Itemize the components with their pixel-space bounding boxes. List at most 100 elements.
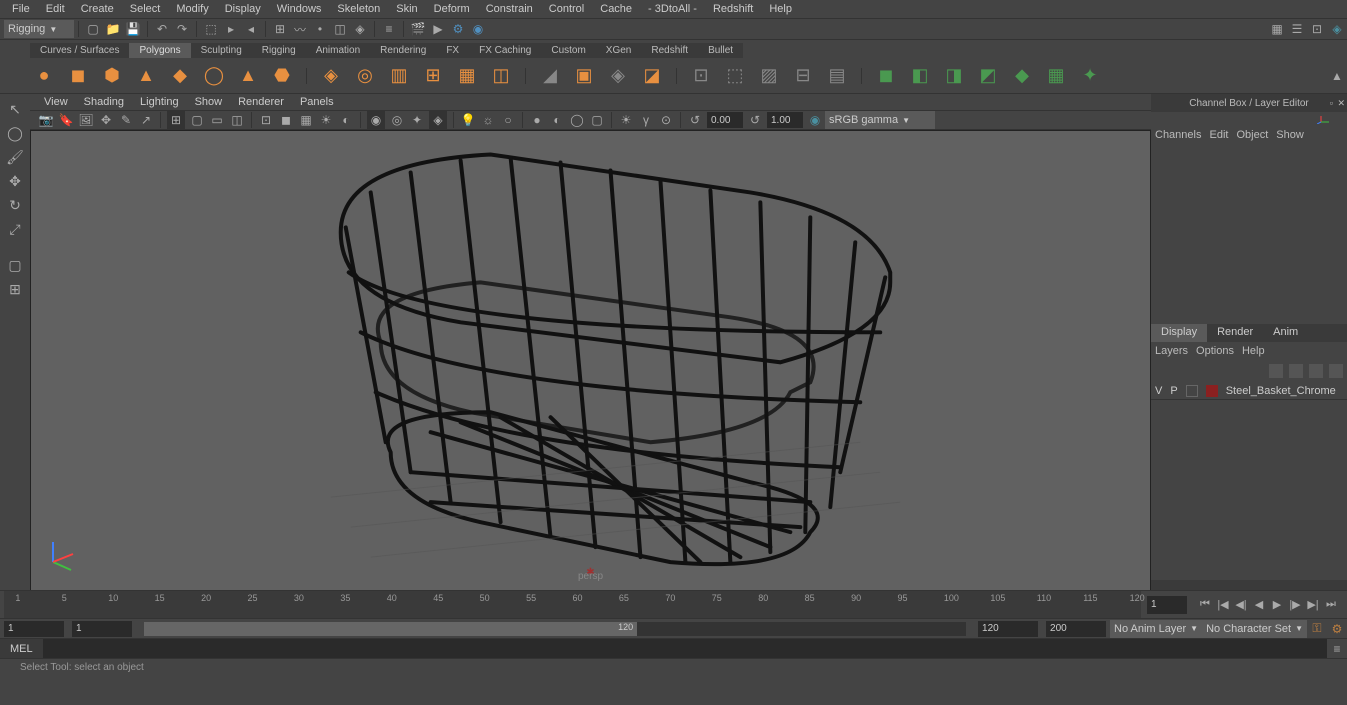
vp-color-mode-dropdown[interactable]: sRGB gamma▼ bbox=[825, 111, 935, 129]
menu-help[interactable]: Help bbox=[761, 1, 800, 17]
vp-isolate-icon[interactable]: ◉ bbox=[367, 111, 385, 129]
menu-cache[interactable]: Cache bbox=[592, 1, 640, 17]
modeling-toolkit-icon[interactable]: ▦ bbox=[1269, 21, 1285, 37]
vp-exposure-icon[interactable]: ☀ bbox=[618, 112, 634, 128]
step-back-icon[interactable]: ◀| bbox=[1233, 597, 1249, 613]
go-to-end-icon[interactable]: ⏭ bbox=[1323, 597, 1339, 613]
range-end2-field[interactable]: 200 bbox=[1046, 621, 1106, 637]
shelf-tab-fx[interactable]: FX bbox=[436, 43, 469, 58]
vp-menu-shading[interactable]: Shading bbox=[76, 94, 132, 110]
vp-2d-pan-icon[interactable]: ✥ bbox=[98, 112, 114, 128]
paint-tool-icon[interactable]: 🖌 bbox=[4, 146, 26, 168]
range-end1-field[interactable]: 120 bbox=[978, 621, 1038, 637]
shelf-tab-sculpting[interactable]: Sculpting bbox=[191, 43, 252, 58]
display-layers-tab[interactable]: Display bbox=[1151, 324, 1207, 342]
vp-menu-view[interactable]: View bbox=[36, 94, 76, 110]
select-hierarchy-icon[interactable]: ⬚ bbox=[203, 21, 219, 37]
poly-combine-icon[interactable]: ▦ bbox=[453, 62, 481, 90]
save-scene-icon[interactable]: 💾 bbox=[125, 21, 141, 37]
cb-object-tab[interactable]: Object bbox=[1236, 129, 1268, 141]
range-track[interactable]: 120 bbox=[144, 622, 966, 636]
mesh-combine-icon[interactable]: ◼ bbox=[872, 62, 900, 90]
xray-icon[interactable]: ⊡ bbox=[1309, 21, 1325, 37]
vp-gate-mask-icon[interactable]: ◫ bbox=[229, 112, 245, 128]
vp-shadows-icon[interactable]: ◐ bbox=[338, 112, 354, 128]
poly-pyramid-icon[interactable]: ▲ bbox=[234, 62, 262, 90]
menu-control[interactable]: Control bbox=[541, 1, 592, 17]
select-object-icon[interactable]: ▸ bbox=[223, 21, 239, 37]
layer-options-menu[interactable]: Options bbox=[1196, 345, 1234, 357]
vp-menu-show[interactable]: Show bbox=[187, 94, 231, 110]
vp-default-light-icon[interactable]: 💡 bbox=[460, 112, 476, 128]
layout-four-icon[interactable]: ⊞ bbox=[4, 278, 26, 300]
vp-motion-blur-icon[interactable]: ◯ bbox=[569, 112, 585, 128]
open-scene-icon[interactable]: 📁 bbox=[105, 21, 121, 37]
undo-icon[interactable]: ↶ bbox=[154, 21, 170, 37]
vp-no-ao-icon[interactable]: ● bbox=[529, 112, 545, 128]
time-slider[interactable]: 1510152025303540455055606570758085909510… bbox=[0, 590, 1347, 618]
vp-image-plane-icon[interactable]: 🖼 bbox=[78, 112, 94, 128]
mesh-cleanup-icon[interactable]: ✦ bbox=[1076, 62, 1104, 90]
vp-film-gate-icon[interactable]: ▢ bbox=[189, 112, 205, 128]
rotate-tool-icon[interactable]: ↻ bbox=[4, 194, 26, 216]
character-set-dropdown[interactable]: No Character Set▼ bbox=[1202, 620, 1307, 638]
workspace-dropdown[interactable]: Rigging▼ bbox=[4, 20, 74, 38]
shelf-tab-animation[interactable]: Animation bbox=[306, 43, 370, 58]
snap-point-icon[interactable]: • bbox=[312, 21, 328, 37]
layer-new-empty-icon[interactable] bbox=[1309, 364, 1323, 378]
vp-gamma-icon[interactable]: γ bbox=[638, 112, 654, 128]
vp-all-lights-icon[interactable]: ☼ bbox=[480, 112, 496, 128]
vp-dof-icon[interactable]: ▢ bbox=[589, 112, 605, 128]
poly-multicut-icon[interactable]: ⊡ bbox=[687, 62, 715, 90]
lasso-tool-icon[interactable]: ◯ bbox=[4, 122, 26, 144]
menu-windows[interactable]: Windows bbox=[269, 1, 330, 17]
vp-textured-icon[interactable]: ▦ bbox=[298, 112, 314, 128]
vp-resolution-gate-icon[interactable]: ▭ bbox=[209, 112, 225, 128]
vp-shaded-icon[interactable]: ◼ bbox=[278, 112, 294, 128]
viewport-3d[interactable]: ✱ persp bbox=[30, 130, 1151, 591]
anim-layers-tab[interactable]: Anim bbox=[1263, 324, 1308, 342]
layer-help-menu[interactable]: Help bbox=[1242, 345, 1265, 357]
poly-sphere-icon[interactable]: ● bbox=[30, 62, 58, 90]
play-backward-icon[interactable]: ◀ bbox=[1251, 597, 1267, 613]
shelf-tab-custom[interactable]: Custom bbox=[541, 43, 595, 58]
layer-move-down-icon[interactable] bbox=[1289, 364, 1303, 378]
vp-color-mgmt-icon[interactable]: ◉ bbox=[807, 112, 823, 128]
poly-type-icon[interactable]: ▥ bbox=[385, 62, 413, 90]
vp-view-transform-icon[interactable]: ⊙ bbox=[658, 112, 674, 128]
menu-skin[interactable]: Skin bbox=[388, 1, 425, 17]
cb-edit-tab[interactable]: Edit bbox=[1209, 129, 1228, 141]
layer-visibility-toggle[interactable]: V bbox=[1155, 385, 1162, 397]
menu-create[interactable]: Create bbox=[73, 1, 122, 17]
current-time-field[interactable]: 1 bbox=[1147, 596, 1187, 614]
vp-xray-icon[interactable]: ◎ bbox=[389, 112, 405, 128]
vp-toggle-icon[interactable]: ↗ bbox=[138, 112, 154, 128]
vp-menu-renderer[interactable]: Renderer bbox=[230, 94, 292, 110]
mesh-mirror-icon[interactable]: ◩ bbox=[974, 62, 1002, 90]
poly-cone-icon[interactable]: ▲ bbox=[132, 62, 160, 90]
poly-bevel-icon[interactable]: ◪ bbox=[638, 62, 666, 90]
vp-flat-light-icon[interactable]: ○ bbox=[500, 112, 516, 128]
shelf-tab-rigging[interactable]: Rigging bbox=[252, 43, 306, 58]
snap-plane-icon[interactable]: ◫ bbox=[332, 21, 348, 37]
menu-display[interactable]: Display bbox=[217, 1, 269, 17]
shelf-tab-bullet[interactable]: Bullet bbox=[698, 43, 743, 58]
vp-xray-active-icon[interactable]: ◈ bbox=[429, 111, 447, 129]
vp-exposure-field[interactable]: 0.00 bbox=[707, 112, 743, 128]
vp-grease-icon[interactable]: ✎ bbox=[118, 112, 134, 128]
layer-playback-toggle[interactable]: P bbox=[1170, 385, 1177, 397]
poly-smooth-icon[interactable]: ◢ bbox=[536, 62, 564, 90]
layer-layers-menu[interactable]: Layers bbox=[1155, 345, 1188, 357]
layer-display-type-toggle[interactable] bbox=[1186, 385, 1198, 397]
poly-svg-icon[interactable]: ⊞ bbox=[419, 62, 447, 90]
move-tool-icon[interactable]: ✥ bbox=[4, 170, 26, 192]
step-forward-icon[interactable]: |▶ bbox=[1287, 597, 1303, 613]
play-forward-icon[interactable]: ▶ bbox=[1269, 597, 1285, 613]
render-settings-icon[interactable]: ⚙ bbox=[450, 21, 466, 37]
vp-grid-icon[interactable]: ⊞ bbox=[167, 111, 185, 129]
vp-bookmark-icon[interactable]: 🔖 bbox=[58, 112, 74, 128]
poly-connect-icon[interactable]: ▨ bbox=[755, 62, 783, 90]
poly-plane-icon[interactable]: ◆ bbox=[166, 62, 194, 90]
menu-edit[interactable]: Edit bbox=[38, 1, 73, 17]
menu-file[interactable]: File bbox=[4, 1, 38, 17]
